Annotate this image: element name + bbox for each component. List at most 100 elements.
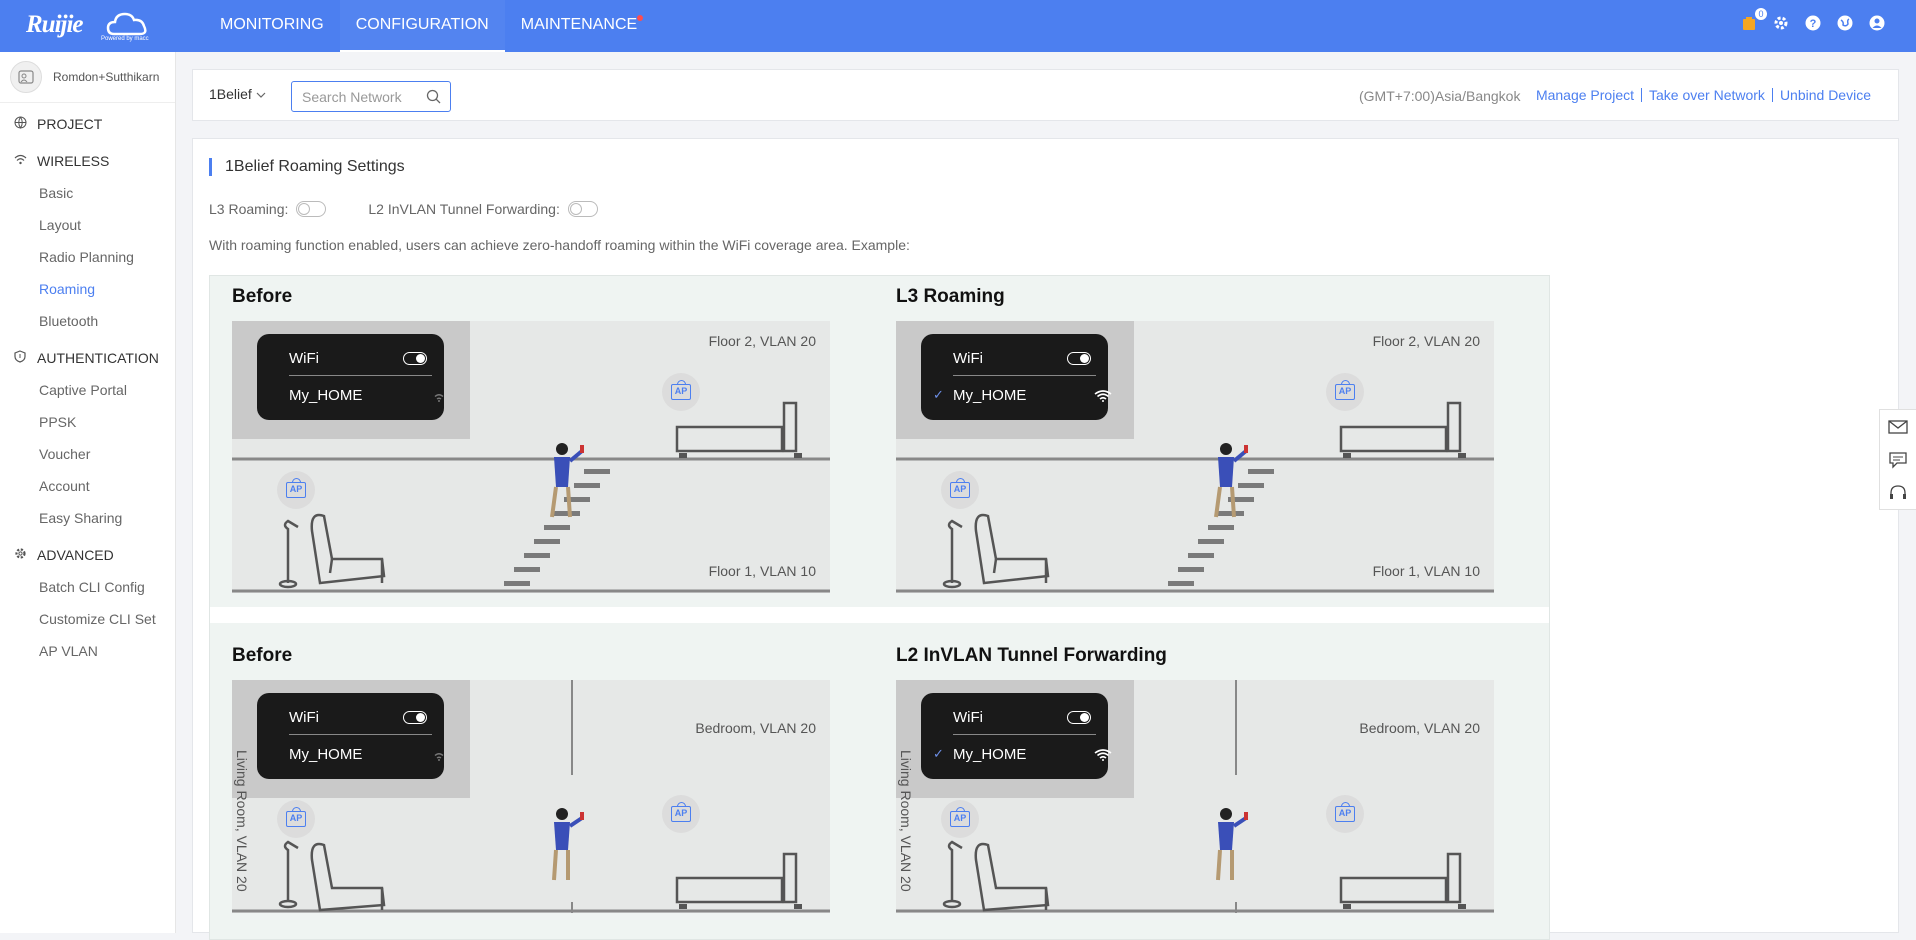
roaming-description: With roaming function enabled, users can… <box>209 237 910 253</box>
chevron-down-icon <box>256 86 266 102</box>
chat-icon[interactable] <box>1880 443 1916 476</box>
l3-roaming-label: L3 Roaming: <box>209 201 289 217</box>
take-over-network-link[interactable]: Take over Network <box>1641 88 1772 102</box>
search-input[interactable] <box>292 82 432 111</box>
notification-icon[interactable]: 0 <box>1740 8 1767 34</box>
left-room-label: Living Room, VLAN 20 <box>234 750 250 892</box>
roaming-scene: WiFi My_HOME Floor 2, VLAN 20 Floor 1, VLAN… <box>232 321 830 593</box>
nav-configuration[interactable]: CONFIGURATION <box>339 0 505 52</box>
access-point-icon: AP <box>1326 795 1364 833</box>
access-point-icon: AP <box>662 373 700 411</box>
user-info[interactable]: Romdon+Sutthikarn <box>0 52 175 103</box>
section-title: 1Belief Roaming Settings <box>209 158 405 176</box>
timezone-label: (GMT+7:00)Asia/Bangkok <box>1359 88 1521 104</box>
illustration-divider <box>210 607 1549 623</box>
ap-label: AP <box>950 478 970 498</box>
network-name: My_HOME <box>953 387 1027 404</box>
cloud-logo-icon <box>106 12 147 36</box>
headset-icon[interactable] <box>1880 476 1916 509</box>
sidebar-item-captive-portal[interactable]: Captive Portal <box>0 374 175 406</box>
sidebar-item-bluetooth[interactable]: Bluetooth <box>0 305 175 337</box>
divider <box>289 375 432 376</box>
checkmark-icon: ✓ <box>933 746 944 761</box>
ruijie-logo[interactable]: Ruijie Powered by macc <box>26 6 150 46</box>
help-icon[interactable]: ? <box>1804 14 1824 34</box>
wifi-card: WiFi ✓ My_HOME <box>921 693 1112 779</box>
illustration-panel-l2-invlan-tunnel-forwarding-3: L2 InVLAN Tunnel Forwarding WiFi ✓ My_HOME B… <box>896 645 1496 918</box>
sidebar-section-wireless[interactable]: WIRELESS <box>0 144 175 177</box>
sidebar-item-account[interactable]: Account <box>0 470 175 502</box>
l2-tunnel-label: L2 InVLAN Tunnel Forwarding: <box>368 201 560 217</box>
left-room-label: Living Room, VLAN 20 <box>898 750 914 892</box>
phone-screen: WiFi ✓ My_HOME <box>896 680 1134 798</box>
sidebar-item-roaming[interactable]: Roaming <box>0 273 175 305</box>
sidebar-item-batch-cli-config[interactable]: Batch CLI Config <box>0 571 175 603</box>
sidebar-section-label: AUTHENTICATION <box>37 349 159 366</box>
project-actions: Manage Project Take over Network Unbind … <box>1529 88 1878 102</box>
wifi-icon <box>14 154 28 168</box>
l2-tunnel-toggle[interactable] <box>567 201 598 217</box>
nav-maintenance[interactable]: MAINTENANCE <box>505 0 653 52</box>
support-float-bar <box>1879 409 1916 510</box>
sidebar-item-customize-cli-set[interactable]: Customize CLI Set <box>0 603 175 635</box>
logo-subtitle: Powered by macc <box>101 36 149 42</box>
panel-title: L2 InVLAN Tunnel Forwarding <box>896 645 1167 666</box>
sidebar: Romdon+Sutthikarn PROJECT WIRELESS Basic… <box>0 52 176 933</box>
network-name: My_HOME <box>953 746 1027 763</box>
ap-label: AP <box>1335 380 1355 400</box>
wifi-toggle-icon <box>1067 711 1091 724</box>
nav-monitoring[interactable]: MONITORING <box>204 0 340 52</box>
sidebar-item-ap-vlan[interactable]: AP VLAN <box>0 635 175 667</box>
access-point-icon: AP <box>662 795 700 833</box>
sidebar-item-easy-sharing[interactable]: Easy Sharing <box>0 502 175 534</box>
roaming-settings-panel: 1Belief Roaming Settings L3 Roaming: L2 … <box>192 138 1899 940</box>
mail-icon[interactable] <box>1880 410 1916 443</box>
shield-icon <box>14 349 28 366</box>
lower-area-label: Floor 1, VLAN 10 <box>708 563 816 579</box>
main-nav: MONITORING CONFIGURATION MAINTENANCE <box>204 0 653 52</box>
access-point-icon: AP <box>277 800 315 838</box>
sidebar-section-project[interactable]: PROJECT <box>0 107 175 140</box>
ap-label: AP <box>286 807 306 827</box>
upper-area-label: Floor 2, VLAN 20 <box>1372 333 1480 349</box>
illustration-panel-l3-roaming-1: L3 Roaming WiFi ✓ My_HOME Floor 2, VLAN 20 Fl… <box>896 286 1496 598</box>
sidebar-section-label: ADVANCED <box>37 546 114 563</box>
unbind-device-link[interactable]: Unbind Device <box>1771 88 1878 102</box>
globe-icon[interactable] <box>1836 14 1856 34</box>
network-name: My_HOME <box>289 746 363 763</box>
divider <box>289 734 432 735</box>
manage-project-link[interactable]: Manage Project <box>1529 88 1641 102</box>
gear-icon <box>14 547 28 563</box>
wifi-toggle-icon <box>403 711 427 724</box>
phone-screen: WiFi My_HOME <box>232 680 470 798</box>
illustration-panel-before-0: Before WiFi My_HOME Floor 2, VLAN 20 Floor 1… <box>232 286 832 598</box>
ap-label: AP <box>671 802 691 822</box>
l3-roaming-toggle[interactable] <box>296 201 327 217</box>
wifi-label: WiFi <box>289 350 319 367</box>
sidebar-item-radio-planning[interactable]: Radio Planning <box>0 241 175 273</box>
settings-icon[interactable] <box>1772 14 1792 34</box>
sidebar-item-basic[interactable]: Basic <box>0 177 175 209</box>
project-name: 1Belief <box>209 86 252 102</box>
sidebar-section-authentication[interactable]: AUTHENTICATION <box>0 341 175 374</box>
wifi-label: WiFi <box>953 709 983 726</box>
sidebar-item-layout[interactable]: Layout <box>0 209 175 241</box>
phone-screen: WiFi ✓ My_HOME <box>896 321 1134 439</box>
sidebar-item-ppsk[interactable]: PPSK <box>0 406 175 438</box>
sidebar-item-voucher[interactable]: Voucher <box>0 438 175 470</box>
wifi-card: WiFi My_HOME <box>257 693 444 779</box>
top-header: Ruijie Powered by macc MONITORING CONFIG… <box>0 0 1916 52</box>
access-point-icon: AP <box>277 471 315 509</box>
roaming-scene: WiFi ✓ My_HOME Floor 2, VLAN 20 Floor 1, VLA… <box>896 321 1494 593</box>
sidebar-section-advanced[interactable]: ADVANCED <box>0 538 175 571</box>
panel-title: Before <box>232 645 293 666</box>
phone-screen: WiFi My_HOME <box>232 321 470 439</box>
divider <box>953 734 1096 735</box>
wifi-card: WiFi ✓ My_HOME <box>921 334 1112 420</box>
project-selector[interactable]: 1Belief <box>209 86 266 102</box>
search-box <box>291 81 451 112</box>
wifi-toggle-icon <box>1067 352 1091 365</box>
divider <box>953 375 1096 376</box>
search-icon[interactable] <box>426 89 441 109</box>
user-icon[interactable] <box>1868 14 1888 34</box>
